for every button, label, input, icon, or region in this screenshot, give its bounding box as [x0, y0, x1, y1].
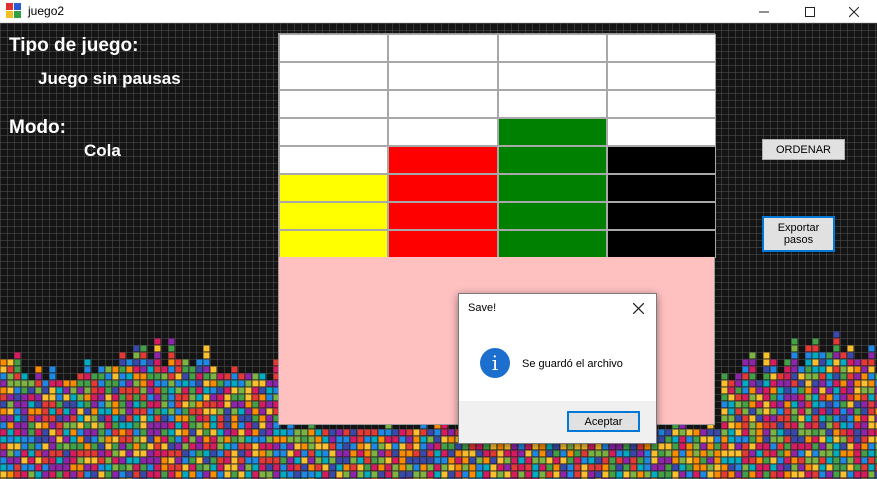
export-button-line2: pasos	[783, 234, 814, 246]
board-cell	[279, 118, 389, 146]
board-cell	[388, 62, 498, 90]
minimize-button[interactable]	[741, 0, 787, 23]
game-type-value: Juego sin pausas	[38, 69, 181, 88]
form-client-area: Tipo de juego: Juego sin pausas Modo: Co…	[0, 23, 877, 479]
accept-button[interactable]: Aceptar	[567, 411, 640, 432]
mode-value: Cola	[84, 141, 121, 160]
mode-label: Modo:	[9, 117, 66, 138]
board-cell	[606, 34, 716, 62]
export-steps-button[interactable]: Exportar pasos	[762, 216, 835, 252]
close-button[interactable]	[831, 0, 877, 23]
board-cell	[388, 90, 498, 118]
board-cell	[497, 146, 607, 174]
board-cell	[606, 90, 716, 118]
dialog-close-button[interactable]	[626, 296, 650, 320]
minimize-icon	[759, 11, 769, 12]
game-type-label: Tipo de juego:	[9, 35, 139, 56]
maximize-icon	[805, 6, 815, 17]
maximize-button[interactable]	[787, 0, 833, 23]
dialog-title: Save!	[468, 302, 497, 314]
board-cell	[497, 118, 607, 146]
dialog-message: Se guardó el archivo	[522, 358, 623, 370]
board-cell	[279, 34, 389, 62]
board-cell	[279, 146, 389, 174]
board-cell	[606, 230, 716, 258]
board-cell	[279, 90, 389, 118]
board-cell	[388, 34, 498, 62]
game-board	[278, 33, 716, 258]
board-cell	[606, 174, 716, 202]
board-cell	[606, 62, 716, 90]
board-cell	[388, 146, 498, 174]
board-cell	[279, 202, 389, 230]
board-cell	[388, 230, 498, 258]
board-cell	[497, 90, 607, 118]
board-cell	[497, 202, 607, 230]
info-icon: i	[480, 348, 510, 378]
board-cell	[497, 34, 607, 62]
board-cell	[497, 62, 607, 90]
ordenar-button[interactable]: ORDENAR	[762, 139, 845, 160]
app-icon	[6, 3, 22, 19]
board-cell	[279, 62, 389, 90]
board-cell	[279, 230, 389, 258]
save-dialog: Save! i Se guardó el archivo Aceptar	[458, 293, 657, 444]
dialog-footer: Aceptar	[459, 401, 656, 443]
board-cell	[606, 146, 716, 174]
board-cell	[388, 118, 498, 146]
board-cell	[606, 202, 716, 230]
board-cell	[497, 230, 607, 258]
board-cell	[497, 174, 607, 202]
board-cell	[388, 174, 498, 202]
close-icon	[849, 6, 859, 17]
close-icon	[632, 302, 644, 314]
board-cell	[606, 118, 716, 146]
board-cell	[388, 202, 498, 230]
window-title: juego2	[28, 4, 65, 18]
board-cell	[279, 174, 389, 202]
export-button-line1: Exportar	[777, 222, 820, 234]
title-bar: juego2	[0, 0, 877, 23]
